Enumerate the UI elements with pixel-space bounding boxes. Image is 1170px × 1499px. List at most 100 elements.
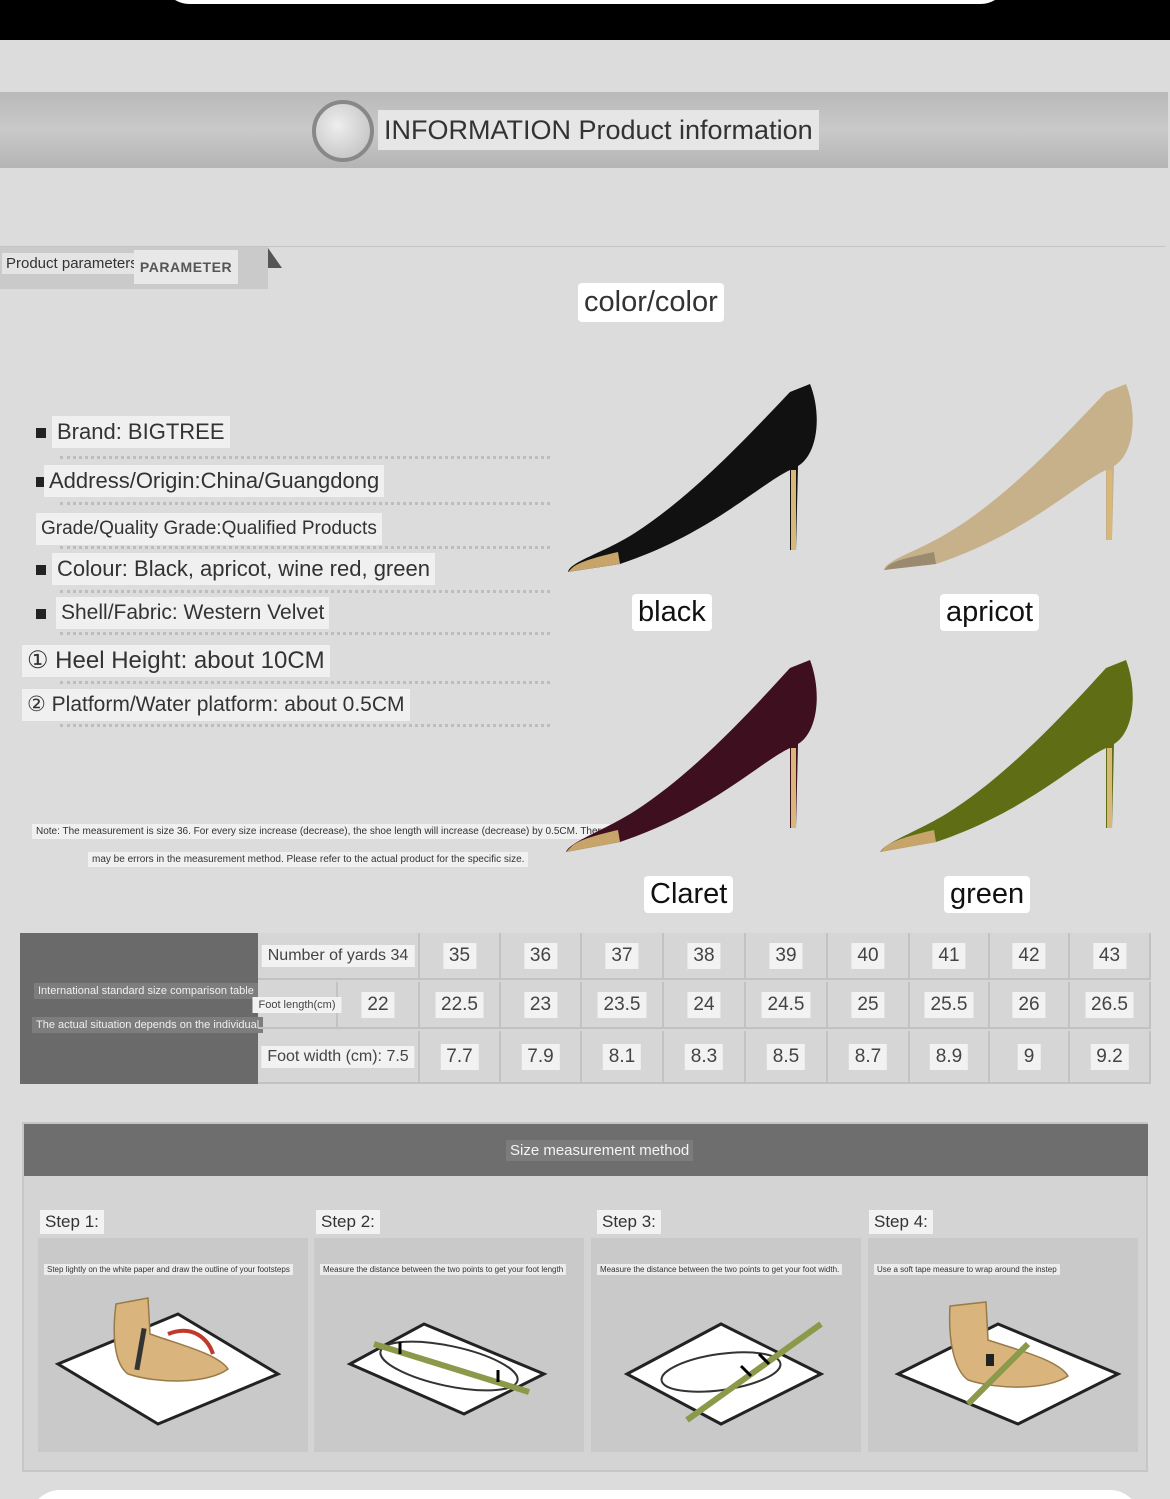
step-4-title: Step 4: xyxy=(869,1210,933,1234)
spec-text: Address/Origin:China/Guangdong xyxy=(44,465,385,497)
table-cell: 8.9 xyxy=(910,1031,990,1084)
table-cell: 43 xyxy=(1070,933,1151,980)
foot-length-value: 24.5 xyxy=(761,991,811,1018)
instep-tape-icon xyxy=(894,1301,1122,1426)
size-value: 39 xyxy=(769,942,803,969)
row-label: Foot width (cm): 7.5 xyxy=(261,1045,415,1068)
size-value: 36 xyxy=(523,942,558,969)
foot-length-value: 26 xyxy=(1012,991,1046,1018)
table-cell: Foot width (cm): 7.5 xyxy=(258,1031,420,1084)
divider-dots xyxy=(60,502,550,505)
step-3-title: Step 3: xyxy=(597,1210,661,1234)
bullet-icon xyxy=(36,565,46,575)
top-bar xyxy=(0,0,1170,40)
spec-text: Brand: BIGTREE xyxy=(52,416,230,448)
foot-length-value: 22.5 xyxy=(435,991,484,1018)
divider-dots xyxy=(60,632,550,635)
info-banner: INFORMATION Product information xyxy=(0,92,1168,168)
bullet-icon xyxy=(36,609,46,619)
foot-length-value: 22 xyxy=(361,991,395,1018)
size-value: 42 xyxy=(1012,942,1046,969)
size-table-head-line1: International standard size comparison t… xyxy=(34,983,258,999)
table-cell: 23 xyxy=(501,982,582,1029)
foot-width-value: 8.1 xyxy=(602,1043,642,1070)
table-cell: 25.5 xyxy=(910,982,990,1029)
table-cell: 40 xyxy=(828,933,910,980)
table-cell: 41 xyxy=(910,933,990,980)
table-cell: 25 xyxy=(828,982,910,1029)
foot-width-value: 8.7 xyxy=(848,1043,888,1070)
table-cell: 38 xyxy=(664,933,746,980)
size-note-line1: Note: The measurement is size 36. For ev… xyxy=(32,824,611,839)
table-cell: 7.7 xyxy=(420,1031,501,1084)
foot-length-value: 23.5 xyxy=(597,991,647,1018)
top-pill xyxy=(160,0,1010,4)
table-cell: 22 xyxy=(338,982,420,1029)
table-cell: 37 xyxy=(582,933,664,980)
step-2-panel: Measure the distance between the two poi… xyxy=(314,1238,584,1452)
shoe-green-image xyxy=(876,652,1146,862)
banner-circle-icon xyxy=(312,100,374,162)
parameter-tab-label: Product parameters xyxy=(2,253,142,274)
color-label-apricot: apricot xyxy=(940,594,1040,631)
spec-text: ② Platform/Water platform: about 0.5CM xyxy=(22,689,410,721)
size-value: 40 xyxy=(851,942,885,969)
bullet-icon xyxy=(36,428,46,438)
spec-text: ① Heel Height: about 10CM xyxy=(22,645,330,677)
table-cell: 24.5 xyxy=(746,982,828,1029)
table-cell: 9.2 xyxy=(1070,1031,1151,1084)
divider-dots xyxy=(60,724,550,727)
step-2-caption: Measure the distance between the two poi… xyxy=(320,1264,567,1275)
table-cell: 39 xyxy=(746,933,828,980)
table-cell: Foot length(cm) xyxy=(252,982,342,1029)
foot-width-value: 9.2 xyxy=(1090,1043,1129,1070)
step-3-panel: Measure the distance between the two poi… xyxy=(591,1238,861,1452)
size-value: 35 xyxy=(442,942,477,969)
spec-text: Grade/Quality Grade:Qualified Products xyxy=(36,513,382,545)
foot-outline-icon xyxy=(54,1297,282,1426)
divider-dots xyxy=(60,456,550,459)
size-value: 41 xyxy=(932,942,966,969)
table-cell: 23.5 xyxy=(582,982,664,1029)
table-cell: 24 xyxy=(664,982,746,1029)
table-cell: 8.3 xyxy=(664,1031,746,1084)
foot-width-value: 7.9 xyxy=(521,1043,560,1070)
table-cell: 8.5 xyxy=(746,1031,828,1084)
step-2-title: Step 2: xyxy=(316,1210,380,1234)
step-4-caption: Use a soft tape measure to wrap around t… xyxy=(874,1264,1060,1275)
row-label: Number of yards 34 xyxy=(261,944,415,967)
step-1-title: Step 1: xyxy=(40,1210,104,1234)
size-value: 37 xyxy=(605,942,639,969)
foot-width-value: 8.5 xyxy=(766,1043,806,1070)
table-cell: Number of yards 34 xyxy=(258,933,420,980)
banner-title: INFORMATION Product information xyxy=(378,110,819,150)
foot-width-ruler-icon xyxy=(623,1321,825,1426)
spec-text: Shell/Fabric: Western Velvet xyxy=(56,597,330,629)
parameter-tab: Product parameters PARAMETER xyxy=(0,247,282,289)
color-label-black: black xyxy=(632,594,712,631)
foot-length-value: 26.5 xyxy=(1085,991,1134,1018)
foot-length-value: 25 xyxy=(851,991,885,1018)
foot-length-value: 23 xyxy=(523,991,558,1018)
divider-dots xyxy=(60,590,550,593)
measurement-section: Size measurement method Step 1: Step 2: … xyxy=(22,1122,1148,1472)
table-cell: 8.7 xyxy=(828,1031,910,1084)
size-table: International standard size comparison t… xyxy=(20,933,1151,1084)
foot-width-value: 8.9 xyxy=(929,1043,969,1070)
foot-length-ruler-icon xyxy=(346,1322,548,1416)
parameter-tab-english: PARAMETER xyxy=(134,250,238,284)
size-value: 38 xyxy=(687,942,721,969)
divider-dots xyxy=(60,681,550,684)
color-label-green: green xyxy=(944,876,1031,913)
foot-length-value: 24 xyxy=(687,991,721,1018)
table-cell: 8.1 xyxy=(582,1031,664,1084)
measurement-title: Size measurement method xyxy=(506,1140,694,1161)
tab-arrow-icon xyxy=(268,248,282,268)
table-cell: 22.5 xyxy=(420,982,501,1029)
table-cell: 9 xyxy=(990,1031,1070,1084)
table-cell: 36 xyxy=(501,933,582,980)
shoe-apricot-image xyxy=(876,374,1146,584)
shoe-claret-image xyxy=(560,652,830,862)
foot-width-value: 8.3 xyxy=(684,1043,724,1070)
color-label-claret: Claret xyxy=(644,876,734,913)
